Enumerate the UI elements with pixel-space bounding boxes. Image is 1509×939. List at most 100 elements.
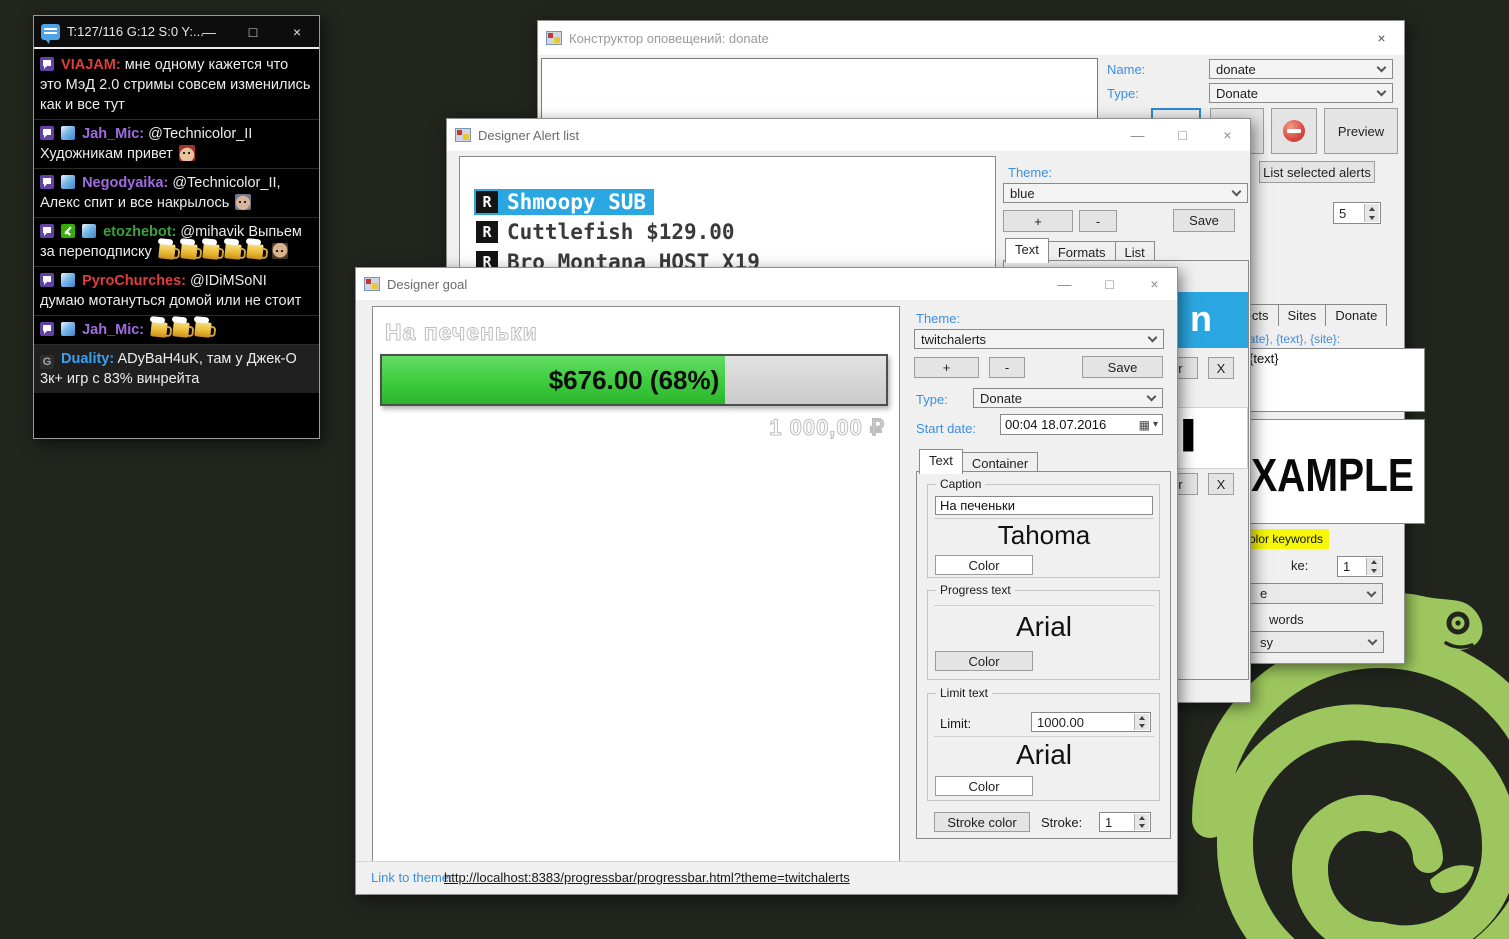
chat-username[interactable]: etozhebot: [103,224,176,240]
caption-color-button[interactable]: Color [935,555,1033,575]
minimize-button[interactable]: — [187,16,231,49]
chat-username[interactable]: VIAJAM: [61,57,121,73]
caption-font-name: Tahoma [998,520,1091,551]
save-button[interactable]: Save [1173,209,1235,232]
color-button-label: Color [968,654,999,669]
spinner-arrows[interactable] [1364,204,1379,222]
save-label: Save [1108,360,1138,375]
caption-input[interactable]: На печеньки [935,496,1153,515]
chat-username[interactable]: Jah_Mic: [82,322,144,338]
color-button-label: Color [968,779,999,794]
clear-color-button[interactable]: X [1208,357,1234,379]
goal-progress-bar: $676.00 (68%) [380,354,888,406]
tab-text[interactable]: Text [919,449,963,474]
stroke-spinner[interactable]: 1 [1337,556,1383,577]
theme-combo[interactable]: blue [1003,183,1248,203]
progress-color-button[interactable]: Color [935,651,1033,671]
alert-list-item[interactable]: R Cuttlefish $129.00 [474,219,743,245]
alert-constructor-titlebar[interactable]: Конструктор оповещений: donate × [538,21,1404,55]
clear-color-button[interactable]: X [1208,473,1234,495]
spinner-arrows[interactable] [1134,714,1149,730]
list-selected-alerts-button[interactable]: List selected alerts [1259,161,1375,183]
theme-label: Theme: [1008,165,1052,180]
close-button[interactable]: × [1205,119,1250,151]
spinner-arrows[interactable] [1134,814,1149,830]
plus-label: + [943,360,951,375]
chevron-down-icon [1148,333,1158,343]
beer-emote-icon [172,321,189,338]
chat-titlebar[interactable]: T:127/116 G:12 S:0 Y:... — □ × [34,16,319,49]
desktop: Конструктор оповещений: donate × Name: d… [0,0,1509,939]
type-label: Type: [916,392,948,407]
font-preview-text-fragment: n [1190,298,1212,340]
type-combo[interactable]: Donate [973,388,1163,408]
chat-username[interactable]: Negodyaika: [82,175,168,191]
type-combo[interactable]: Donate [1209,83,1393,103]
goal-text-panel: Caption На печеньки Tahoma Color Progres… [916,471,1171,839]
limit-font-preview[interactable]: Arial [934,736,1154,772]
maximize-button[interactable]: □ [231,16,275,49]
progress-font-preview[interactable]: Arial [934,605,1154,647]
beer-emote-icon [202,243,219,260]
start-date-picker[interactable]: 00:04 18.07.2016 ▦ ▾ [1000,414,1163,435]
alert-count-spinner[interactable]: 5 [1333,202,1381,224]
theme-combo-value: blue [1010,186,1035,201]
chat-message: VIAJAM: мне одному кажется что это МэД 2… [34,51,319,119]
tab-text[interactable]: Text [1005,238,1049,263]
subscriber-badge-icon [61,322,75,336]
chat-username[interactable]: Jah_Mic: [82,126,144,142]
winforms-app-icon [364,277,380,291]
goal-progress-label: $676.00 (68%) [382,356,886,404]
stroke-spinner[interactable]: 1 [1099,812,1151,832]
caption-font-preview[interactable]: Tahoma [934,518,1154,552]
winforms-app-icon [546,31,562,45]
save-button[interactable]: Save [1082,356,1163,378]
goal-caption-preview: На печеньки [385,319,538,346]
chat-username[interactable]: Duality: [61,351,114,367]
close-button[interactable]: × [275,16,319,49]
remove-theme-button[interactable]: - [1079,210,1117,232]
beer-emote-icon [194,321,211,338]
stop-icon [1283,120,1305,142]
maximize-button[interactable]: □ [1087,268,1132,300]
add-theme-button[interactable]: + [1003,210,1073,232]
start-date-label: Start date: [916,421,976,436]
minus-label: - [1096,214,1100,229]
close-button[interactable]: × [1359,21,1404,55]
theme-label: Theme: [916,311,960,326]
goal-titlebar[interactable]: Designer goal — □ × [356,268,1177,300]
spinner-arrows[interactable] [1366,558,1381,575]
stroke-color-button[interactable]: Stroke color [934,812,1030,832]
start-date-value: 00:04 18.07.2016 [1005,417,1139,432]
theme-link[interactable]: http://localhost:8383/progressbar/progre… [444,870,850,885]
alert-list-item[interactable]: R Shmoopy SUB [474,189,654,215]
chat-message: Duality: ADyBaH4uK, там у Джек-О 3к+ игр… [34,344,319,393]
minimize-button[interactable]: — [1042,268,1087,300]
chevron-down-icon[interactable]: ▾ [1153,419,1158,430]
calendar-icon: ▦ [1139,418,1150,432]
chat-message: Negodyaika: @Technicolor_II, Алекс спит … [34,168,319,217]
add-theme-button[interactable]: + [914,357,979,378]
maximize-button[interactable]: □ [1160,119,1205,151]
preview-button[interactable]: Preview [1324,108,1398,154]
tab-sites[interactable]: Sites [1278,304,1327,326]
theme-combo[interactable]: twitchalerts [914,329,1164,349]
minimize-button[interactable]: — [1115,119,1160,151]
minus-label: - [1005,360,1009,375]
limit-spinner[interactable]: 1000.00 [1031,712,1151,732]
stroke-value: 1 [1105,815,1112,830]
name-combo[interactable]: donate [1209,59,1393,79]
close-button[interactable]: × [1132,268,1177,300]
stop-button[interactable] [1271,108,1317,154]
remove-theme-button[interactable]: - [989,357,1025,378]
donate-text-input[interactable]: {text} [1243,348,1425,412]
beer-emote-icon [158,243,175,260]
goal-preview-area: На печеньки $676.00 (68%) 1 000,00 ₽ [372,306,900,864]
chat-message-list[interactable]: VIAJAM: мне одному кажется что это МэД 2… [34,51,319,438]
beer-emote-icon [180,243,197,260]
color-keywords-label: color keywords [1243,532,1323,546]
alert-list-titlebar[interactable]: Designer Alert list — □ × [447,119,1250,151]
chat-username[interactable]: PyroChurches: [82,273,186,289]
limit-color-button[interactable]: Color [935,776,1033,796]
tab-donate[interactable]: Donate [1325,304,1387,326]
